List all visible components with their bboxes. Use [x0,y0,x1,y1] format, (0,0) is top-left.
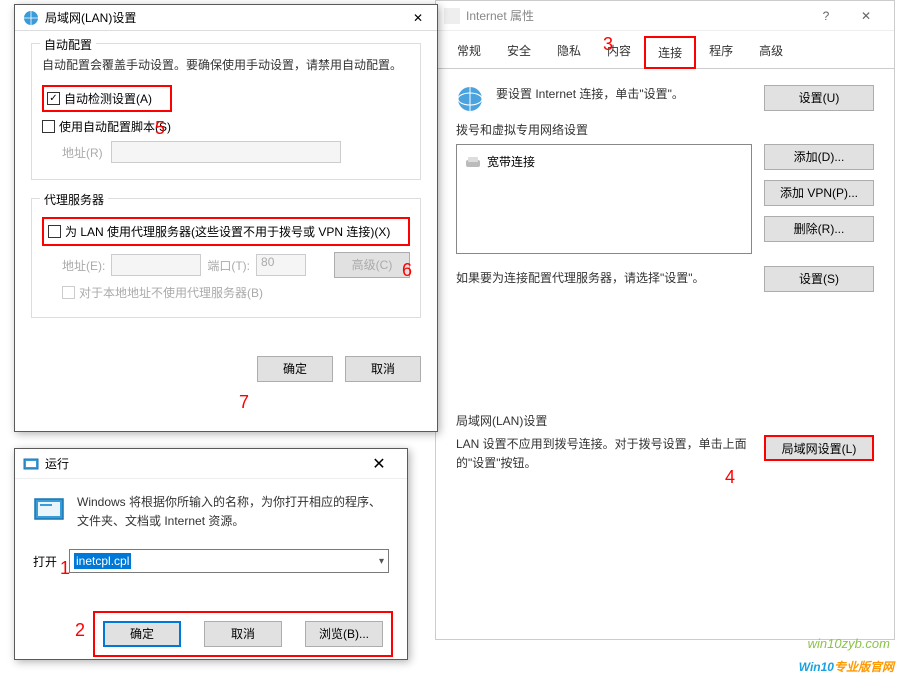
tab-security[interactable]: 安全 [494,35,544,68]
address-input [111,141,341,163]
proxy-note: 如果要为连接配置代理服务器，请选择"设置"。 [456,269,764,288]
annotation-1: 1 [60,558,70,579]
annotation-6: 6 [402,260,412,281]
autoscript-checkbox[interactable] [42,120,55,133]
dial-listbox[interactable]: 宽带连接 [456,144,752,254]
watermark-url: win10zyb.com [808,636,890,651]
tab-content[interactable]: 内容 [594,35,644,68]
proxy-group: 代理服务器 为 LAN 使用代理服务器(这些设置不用于拨号或 VPN 连接)(X… [31,198,421,318]
inet-titlebar: Internet 属性 ? ✕ [436,1,894,31]
remove-button[interactable]: 删除(R)... [764,216,874,242]
run-icon [33,493,65,525]
annotation-2: 2 [75,620,85,641]
autodetect-checkbox[interactable] [47,92,60,105]
proxy-addr-input [111,254,201,276]
setup-button[interactable]: 设置(U) [764,85,874,111]
proxy-group-title: 代理服务器 [40,191,108,208]
run-cancel-button[interactable]: 取消 [204,621,282,647]
tab-privacy[interactable]: 隐私 [544,35,594,68]
auto-config-desc: 自动配置会覆盖手动设置。要确保使用手动设置，请禁用自动配置。 [42,56,410,75]
autoscript-row: 使用自动配置脚本(S) [42,118,410,135]
lan-settings-icon [23,10,39,26]
add-button[interactable]: 添加(D)... [764,144,874,170]
lan-settings-dialog: 局域网(LAN)设置 ✕ 自动配置 自动配置会覆盖手动设置。要确保使用手动设置，… [14,4,438,432]
autodetect-label: 自动检测设置(A) [64,90,152,107]
autodetect-row: 自动检测设置(A) [42,85,172,112]
tabs: 常规 安全 隐私 内容 连接 程序 高级 [436,31,894,69]
proxy-checkbox[interactable] [48,225,61,238]
run-title: 运行 [45,455,359,472]
auto-config-title: 自动配置 [40,36,96,53]
settings-button[interactable]: 设置(S) [764,266,874,292]
watermark: Win10专业版官网 [799,654,894,677]
lan-title: 局域网(LAN)设置 [45,9,407,26]
lan-titlebar: 局域网(LAN)设置 ✕ [15,5,437,31]
lan-group-label: 局域网(LAN)设置 [456,412,874,429]
add-vpn-button[interactable]: 添加 VPN(P)... [764,180,874,206]
lan-close-button[interactable]: ✕ [407,11,429,25]
inet-title: Internet 属性 [466,7,806,24]
run-titlebar: 运行 ✕ [15,449,407,479]
modem-icon [465,156,481,168]
proxy-port-label: 端口(T): [207,257,250,274]
run-ok-button[interactable]: 确定 [103,621,181,647]
tab-advanced[interactable]: 高级 [746,35,796,68]
annotation-4: 4 [725,467,735,488]
advanced-button: 高级(C) [334,252,410,278]
tab-general[interactable]: 常规 [444,35,494,68]
lan-ok-button[interactable]: 确定 [257,356,333,382]
watermark-part1: Win10 [799,660,834,674]
bypass-label: 对于本地地址不使用代理服务器(B) [79,284,263,301]
proxy-addr-label: 地址(E): [62,257,105,274]
run-input-value: inetcpl.cpl [74,553,131,569]
chevron-down-icon[interactable]: ▾ [379,556,384,567]
run-browse-button[interactable]: 浏览(B)... [305,621,383,647]
run-description: Windows 将根据你所输入的名称，为你打开相应的程序、文件夹、文档或 Int… [77,493,389,531]
tab-connections[interactable]: 连接 [644,36,696,69]
dial-item-label: 宽带连接 [487,153,535,170]
bypass-row: 对于本地地址不使用代理服务器(B) [62,284,410,301]
inet-icon [444,8,460,24]
run-combobox[interactable]: inetcpl.cpl ▾ [69,549,389,573]
watermark-part2: 专业版官网 [834,660,894,674]
bypass-checkbox [62,286,75,299]
proxy-row: 为 LAN 使用代理服务器(这些设置不用于拨号或 VPN 连接)(X) [42,217,410,246]
run-icon-small [23,456,39,472]
tab-programs[interactable]: 程序 [696,35,746,68]
conn-description: 要设置 Internet 连接，单击"设置"。 [496,85,752,104]
help-button[interactable]: ? [806,2,846,30]
run-close-button[interactable]: ✕ [359,450,399,478]
run-dialog: 运行 ✕ Windows 将根据你所输入的名称，为你打开相应的程序、文件夹、文档… [14,448,408,660]
globe-icon [456,85,484,113]
internet-properties-window: Internet 属性 ? ✕ 常规 安全 隐私 内容 连接 程序 高级 3 要… [435,0,895,640]
proxy-port-input: 80 [256,254,306,276]
annotation-3: 3 [603,34,613,55]
open-label: 打开 [33,553,57,570]
dial-group-label: 拨号和虚拟专用网络设置 [456,121,874,138]
address-label: 地址(R) [62,144,103,161]
close-button[interactable]: ✕ [846,2,886,30]
annotation-7: 7 [239,392,249,413]
inet-body: 要设置 Internet 连接，单击"设置"。 设置(U) 拨号和虚拟专用网络设… [436,69,894,509]
annotation-5: 5 [155,118,165,139]
lan-settings-button[interactable]: 局域网设置(L) [764,435,874,461]
proxy-label: 为 LAN 使用代理服务器(这些设置不用于拨号或 VPN 连接)(X) [65,223,390,240]
dial-item[interactable]: 宽带连接 [463,151,745,172]
auto-config-group: 自动配置 自动配置会覆盖手动设置。要确保使用手动设置，请禁用自动配置。 自动检测… [31,43,421,180]
lan-description: LAN 设置不应用到拨号连接。对于拨号设置，单击上面的"设置"按钮。 [456,435,764,473]
lan-cancel-button[interactable]: 取消 [345,356,421,382]
